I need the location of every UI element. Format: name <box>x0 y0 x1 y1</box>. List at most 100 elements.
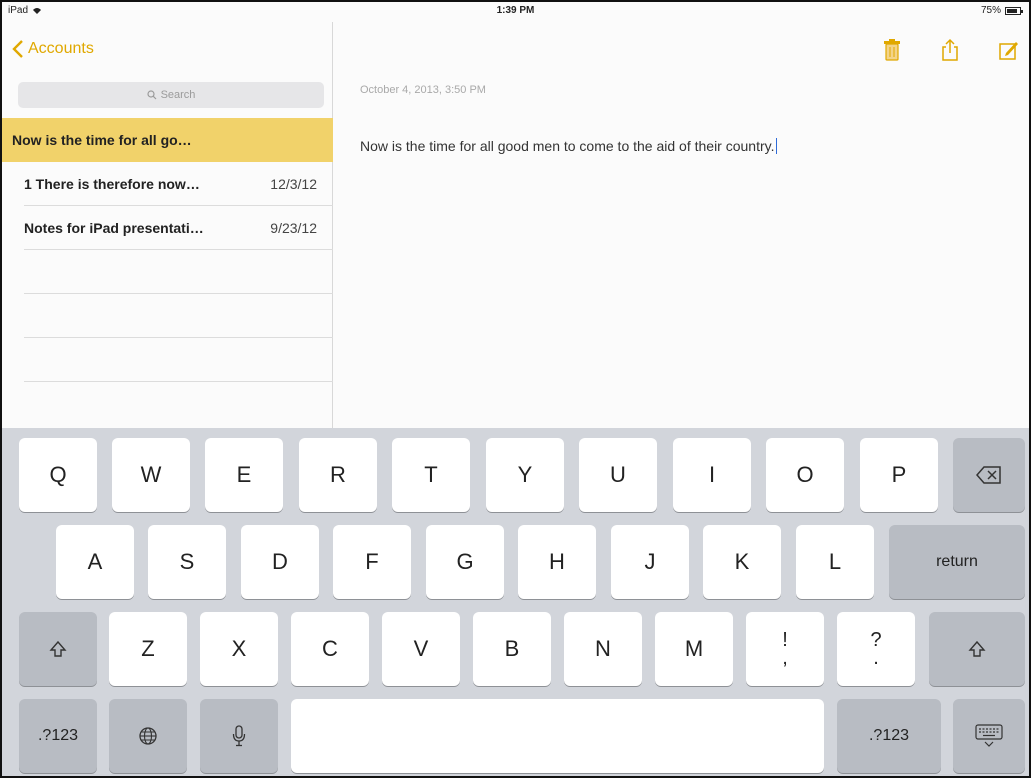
search-input[interactable]: Search <box>18 82 324 108</box>
note-list-item-selected[interactable]: Now is the time for all go… <box>2 118 333 162</box>
key-c[interactable]: C <box>291 612 369 686</box>
trash-icon[interactable] <box>881 38 903 62</box>
search-icon <box>146 90 156 100</box>
key-label: O <box>796 462 814 487</box>
note-timestamp: October 4, 2013, 3:50 PM <box>360 84 486 96</box>
key-label: Z <box>141 636 155 661</box>
key-label: X <box>231 636 247 661</box>
backspace-icon <box>976 466 1001 484</box>
empty-row <box>24 250 333 294</box>
key-label: J <box>644 549 656 574</box>
microphone-icon <box>232 725 246 747</box>
key-label: M <box>684 636 704 661</box>
key-d[interactable]: D <box>241 525 319 599</box>
key-label: C <box>322 636 338 661</box>
globe-key[interactable] <box>109 699 187 773</box>
key-label: .?123 <box>868 727 910 744</box>
key-o[interactable]: O <box>766 438 844 512</box>
key-label: A <box>87 549 103 574</box>
chevron-left-icon <box>12 40 23 58</box>
status-time: 1:39 PM <box>496 5 535 16</box>
key-question-period[interactable]: ? . <box>837 612 915 686</box>
key-label-bottom: , <box>782 647 788 669</box>
key-t[interactable]: T <box>392 438 470 512</box>
key-label: E <box>236 462 252 487</box>
globe-icon <box>139 727 157 745</box>
key-label: U <box>610 462 626 487</box>
empty-row <box>24 294 333 338</box>
key-u[interactable]: U <box>579 438 657 512</box>
key-label: V <box>413 636 429 661</box>
key-label: H <box>549 549 565 574</box>
battery-percent: 75% <box>980 5 1001 16</box>
key-b[interactable]: B <box>473 612 551 686</box>
note-toolbar <box>881 38 1019 62</box>
key-label: Q <box>49 462 67 487</box>
key-q[interactable]: Q <box>19 438 97 512</box>
note-detail: October 4, 2013, 3:50 PM Now is the time… <box>334 22 1029 428</box>
key-n[interactable]: N <box>564 612 642 686</box>
key-v[interactable]: V <box>382 612 460 686</box>
key-label: N <box>595 636 611 661</box>
key-r[interactable]: R <box>299 438 377 512</box>
key-k[interactable]: K <box>703 525 781 599</box>
share-icon[interactable] <box>939 38 961 62</box>
notes-sidebar: Accounts Search Now is the time for all … <box>2 22 333 428</box>
note-list-item[interactable]: 1 There is therefore now… 12/3/12 <box>24 162 333 206</box>
accounts-back-button[interactable]: Accounts <box>12 40 94 58</box>
key-label: F <box>365 549 379 574</box>
key-l[interactable]: L <box>796 525 874 599</box>
key-label: I <box>708 462 716 487</box>
key-exclaim-comma[interactable]: ! , <box>746 612 824 686</box>
key-w[interactable]: W <box>112 438 190 512</box>
hide-keyboard-key[interactable] <box>953 699 1025 773</box>
key-label-stack: ! , <box>782 630 788 669</box>
space-bar[interactable] <box>291 699 824 773</box>
note-title: Notes for iPad presentati… <box>24 220 204 236</box>
note-date: 12/3/12 <box>270 176 317 192</box>
key-a[interactable]: A <box>56 525 134 599</box>
key-g[interactable]: G <box>426 525 504 599</box>
key-label: .?123 <box>37 727 79 744</box>
key-e[interactable]: E <box>205 438 283 512</box>
key-s[interactable]: S <box>148 525 226 599</box>
key-label-stack: ? . <box>870 630 881 668</box>
onscreen-keyboard: Q W E R T Y U I O P A S D F G H J K L re… <box>2 428 1029 776</box>
note-title: 1 There is therefore now… <box>24 176 200 192</box>
numbers-key-left[interactable]: .?123 <box>19 699 97 773</box>
backspace-key[interactable] <box>953 438 1025 512</box>
status-bar: iPad 1:39 PM 75% <box>2 2 1029 22</box>
key-label: D <box>272 549 288 574</box>
key-i[interactable]: I <box>673 438 751 512</box>
status-right: 75% <box>980 5 1023 16</box>
key-j[interactable]: J <box>611 525 689 599</box>
return-key[interactable]: return <box>889 525 1025 599</box>
text-cursor <box>775 138 777 154</box>
key-h[interactable]: H <box>518 525 596 599</box>
key-f[interactable]: F <box>333 525 411 599</box>
note-list: Now is the time for all go… 1 There is t… <box>2 118 333 382</box>
key-label: P <box>891 462 907 487</box>
key-label: R <box>330 462 346 487</box>
hide-keyboard-icon <box>975 724 1003 747</box>
note-body-editor[interactable]: Now is the time for all good men to come… <box>360 138 777 154</box>
key-label: Y <box>517 462 533 487</box>
note-body-text: Now is the time for all good men to come… <box>360 138 775 154</box>
key-x[interactable]: X <box>200 612 278 686</box>
note-list-item[interactable]: Notes for iPad presentati… 9/23/12 <box>24 206 333 250</box>
key-p[interactable]: P <box>860 438 938 512</box>
key-m[interactable]: M <box>655 612 733 686</box>
back-label: Accounts <box>28 40 94 57</box>
shift-key-left[interactable] <box>19 612 97 686</box>
key-z[interactable]: Z <box>109 612 187 686</box>
dictation-key[interactable] <box>200 699 278 773</box>
key-label: G <box>456 549 474 574</box>
search-placeholder: Search <box>160 89 196 101</box>
key-y[interactable]: Y <box>486 438 564 512</box>
compose-icon[interactable] <box>997 38 1019 62</box>
key-label: B <box>504 636 520 661</box>
shift-key-right[interactable] <box>929 612 1025 686</box>
battery-icon <box>1005 6 1023 15</box>
ipad-screen: iPad 1:39 PM 75% Accounts Search Now is … <box>0 0 1031 778</box>
numbers-key-right[interactable]: .?123 <box>837 699 941 773</box>
